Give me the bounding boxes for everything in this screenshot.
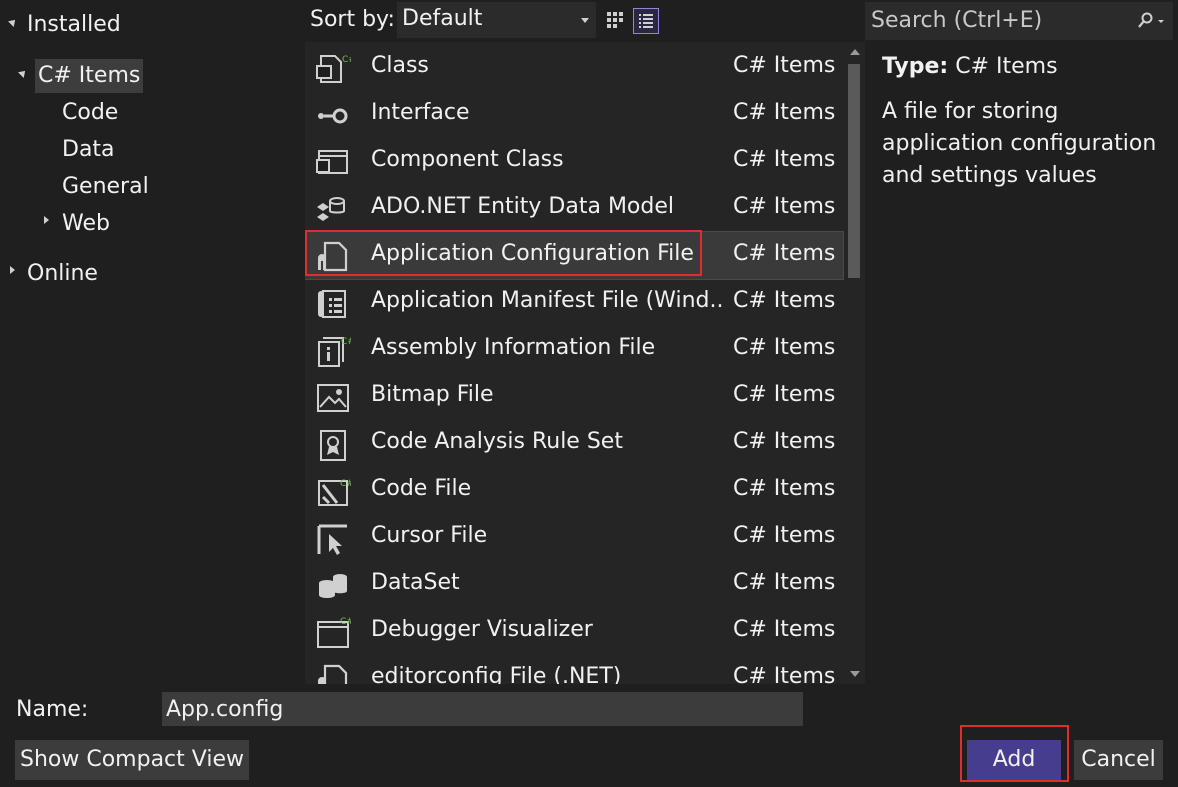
- search-icon[interactable]: [1137, 11, 1167, 31]
- item-name: Application Manifest File (Wind...: [371, 288, 725, 313]
- list-item[interactable]: Component Class C# Items: [305, 138, 843, 185]
- item-name: Class: [371, 53, 429, 78]
- item-name: Component Class: [371, 147, 564, 172]
- sort-dropdown[interactable]: Default: [397, 2, 596, 38]
- item-category: C# Items: [733, 53, 836, 78]
- type-value: C# Items: [955, 54, 1058, 79]
- list-scrollbar[interactable]: [845, 42, 865, 684]
- item-name: DataSet: [371, 570, 460, 595]
- tree-item-installed[interactable]: Installed: [27, 10, 121, 40]
- item-category: C# Items: [733, 194, 836, 219]
- type-line: Type: C# Items: [882, 54, 1058, 79]
- scrollbar-thumb[interactable]: [848, 64, 860, 278]
- show-compact-view-button[interactable]: Show Compact View: [15, 740, 249, 780]
- item-category: C# Items: [733, 664, 836, 684]
- item-category: C# Items: [733, 617, 836, 642]
- tree-item-web[interactable]: Web: [62, 209, 110, 239]
- item-category: C# Items: [733, 100, 836, 125]
- item-name: Interface: [371, 100, 470, 125]
- list-item[interactable]: Application Manifest File (Wind... C# Ite…: [305, 279, 843, 326]
- svg-text:C#: C#: [340, 617, 351, 627]
- item-category: C# Items: [733, 241, 836, 266]
- item-description: A file for storing application configura…: [882, 99, 1157, 188]
- cursor-file-icon: [315, 522, 351, 556]
- sort-value: Default: [402, 6, 483, 31]
- item-category: C# Items: [733, 382, 836, 407]
- selection-highlight: [305, 230, 702, 276]
- scroll-down-icon[interactable]: [850, 671, 860, 677]
- item-name: editorconfig File (.NET): [371, 664, 622, 684]
- item-name: Debugger Visualizer: [371, 617, 593, 642]
- list-item[interactable]: DataSet C# Items: [305, 561, 843, 608]
- type-label: Type:: [882, 54, 949, 79]
- list-item[interactable]: Cursor File C# Items: [305, 514, 843, 561]
- item-category: C# Items: [733, 429, 836, 454]
- bitmap-file-icon: [315, 381, 351, 415]
- component-class-icon: [315, 146, 351, 180]
- list-item[interactable]: C# Class C# Items: [305, 44, 843, 91]
- item-category: C# Items: [733, 523, 836, 548]
- assembly-info-icon: C#: [315, 334, 355, 368]
- class-icon: C#: [315, 52, 356, 86]
- item-name: Code File: [371, 476, 472, 501]
- expand-arrow-icon[interactable]: [10, 266, 15, 274]
- interface-icon: [315, 99, 351, 133]
- dataset-icon: [315, 569, 351, 603]
- item-category: C# Items: [733, 570, 836, 595]
- item-category: C# Items: [733, 335, 836, 360]
- name-label: Name:: [16, 697, 89, 722]
- tree-item-online[interactable]: Online: [27, 259, 98, 289]
- item-name: Cursor File: [371, 523, 488, 548]
- scroll-up-icon[interactable]: [850, 49, 860, 55]
- tree-item-data[interactable]: Data: [62, 135, 115, 165]
- template-tree: Installed C# Items Code Data General Web…: [0, 0, 304, 684]
- tree-item-general[interactable]: General: [62, 172, 149, 202]
- item-category: C# Items: [733, 288, 836, 313]
- sort-label: Sort by:: [310, 7, 395, 32]
- collapse-arrow-icon[interactable]: [18, 68, 28, 78]
- list-item[interactable]: editorconfig File (.NET) C# Items: [305, 655, 843, 684]
- cancel-button[interactable]: Cancel: [1074, 740, 1163, 780]
- add-button[interactable]: Add: [967, 740, 1061, 780]
- item-name: Code Analysis Rule Set: [371, 429, 623, 454]
- svg-text:C#: C#: [340, 479, 351, 489]
- editorconfig-icon: [315, 663, 351, 684]
- debugger-visualizer-icon: C#: [315, 616, 354, 650]
- list-view-button[interactable]: [633, 8, 659, 34]
- chevron-down-icon: [581, 18, 589, 23]
- template-list[interactable]: C#ClassC# ItemsInterfaceC# ItemsComponen…: [305, 42, 845, 684]
- entity-data-model-icon: [315, 193, 351, 227]
- list-item[interactable]: Bitmap File C# Items: [305, 373, 843, 420]
- list-item[interactable]: Interface C# Items: [305, 91, 843, 138]
- svg-text:C#: C#: [342, 55, 351, 65]
- item-category: C# Items: [733, 147, 836, 172]
- tree-item-code[interactable]: Code: [62, 98, 118, 128]
- name-field[interactable]: [162, 692, 803, 726]
- list-view-icon: [639, 14, 653, 28]
- expand-arrow-icon[interactable]: [44, 216, 49, 224]
- code-file-icon: C#: [315, 475, 354, 509]
- details-panel: Type: C# Items A file for storing applic…: [866, 44, 1172, 684]
- item-name: Bitmap File: [371, 382, 494, 407]
- grid-view-icon: [607, 12, 623, 28]
- small-icons-view-button[interactable]: [604, 9, 626, 31]
- search-placeholder: Search (Ctrl+E): [871, 8, 1043, 33]
- tree-item-csharp-items[interactable]: C# Items: [35, 59, 144, 93]
- search-input[interactable]: Search (Ctrl+E): [865, 2, 1173, 40]
- list-item[interactable]: C# Code File C# Items: [305, 467, 843, 514]
- collapse-arrow-icon[interactable]: [8, 17, 18, 27]
- list-item[interactable]: C# Assembly Information File C# Items: [305, 326, 843, 373]
- rule-set-icon: [315, 428, 351, 462]
- list-item[interactable]: C# Debugger Visualizer C# Items: [305, 608, 843, 655]
- svg-text:C#: C#: [341, 337, 351, 347]
- list-item[interactable]: ADO.NET Entity Data Model C# Items: [305, 185, 843, 232]
- item-name: Assembly Information File: [371, 335, 656, 360]
- item-category: C# Items: [733, 476, 836, 501]
- list-item[interactable]: Code Analysis Rule Set C# Items: [305, 420, 843, 467]
- item-name: ADO.NET Entity Data Model: [371, 194, 674, 219]
- manifest-file-icon: [315, 287, 351, 321]
